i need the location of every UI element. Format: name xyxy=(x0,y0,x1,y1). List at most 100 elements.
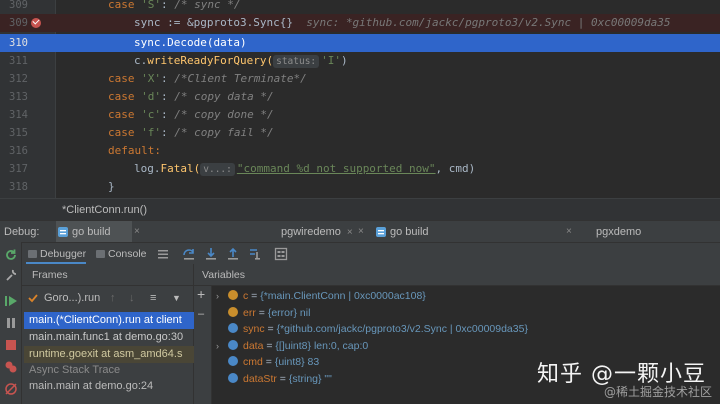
variable-row[interactable]: err = {error} nil xyxy=(216,305,310,321)
step-out-icon[interactable] xyxy=(226,247,240,261)
code-text: : xyxy=(161,72,175,85)
frame-item[interactable]: runtime.goexit at asm_amd64.s xyxy=(24,346,194,363)
code-keyword: case xyxy=(108,0,135,11)
code-line[interactable]: 314 case 'c': /* copy done */ xyxy=(0,106,720,124)
code-string: 'f' xyxy=(141,126,161,139)
variable-name: dataStr xyxy=(243,372,277,385)
chevron-down-icon[interactable]: ▼ xyxy=(172,286,181,310)
variable-row[interactable]: cmd = {uint8} 83 xyxy=(216,354,319,370)
code-line[interactable]: 318 } xyxy=(0,178,720,196)
code-line[interactable]: 312 case 'X': /*Client Terminate*/ xyxy=(0,70,720,88)
code-line-breakpoint[interactable]: 309 sync := &pgproto3.Sync{} sync: *gith… xyxy=(0,14,720,32)
frames-panel: Frames Goro...).run ↑ ↓ ≡ ▼ main.(*Clien… xyxy=(22,264,194,404)
code-line[interactable]: 316 default: xyxy=(0,142,720,160)
stop-icon[interactable] xyxy=(4,338,18,352)
step-into-icon[interactable] xyxy=(204,247,218,261)
thread-selector[interactable]: Goro...).run ↑ ↓ ≡ ▼ xyxy=(22,286,194,310)
mute-breakpoints-icon[interactable] xyxy=(4,382,18,396)
code-keyword: case xyxy=(108,126,135,139)
code-text: : xyxy=(161,90,175,103)
frame-item[interactable]: main.main.func1 at demo.go:30 xyxy=(24,329,194,346)
variable-equals: = xyxy=(263,339,276,352)
parameter-hint: v...: xyxy=(200,163,235,176)
code-line[interactable]: 311 c.writeReadyForQuery(status: 'I') xyxy=(0,52,720,70)
code-package: pgproto3 xyxy=(193,16,247,29)
frame-item[interactable]: main.main at demo.go:24 xyxy=(24,378,194,395)
expand-arrow-icon[interactable]: › xyxy=(216,288,228,304)
variable-name: sync xyxy=(243,323,265,335)
code-string: 'X' xyxy=(141,72,161,85)
variable-icon xyxy=(228,339,238,350)
go-run-icon xyxy=(58,227,68,237)
line-number: 313 xyxy=(9,91,28,103)
code-text: c. xyxy=(134,54,148,67)
evaluate-icon[interactable] xyxy=(274,247,288,261)
debug-tab-go-build-2[interactable]: go build xyxy=(374,221,429,243)
variable-value: {uint8} 83 xyxy=(274,356,320,368)
variable-value: {*github.com/jackc/pgproto3/v2.Sync | 0x… xyxy=(276,323,528,335)
step-over-icon[interactable] xyxy=(182,247,196,261)
close-icon[interactable]: × xyxy=(347,227,353,238)
variable-name: data xyxy=(243,339,264,352)
pause-icon[interactable] xyxy=(4,316,18,330)
variables-header: Variables xyxy=(194,264,720,286)
line-number: 312 xyxy=(9,73,28,85)
variable-row[interactable]: dataStr = {string} "" xyxy=(216,371,332,387)
close-icon[interactable]: × xyxy=(134,221,140,243)
code-comment: /*Client Terminate*/ xyxy=(174,72,307,85)
add-watch-icon[interactable]: + xyxy=(197,286,205,302)
minus-icon[interactable]: – xyxy=(198,308,204,320)
resume-icon[interactable] xyxy=(4,294,18,308)
breadcrumb[interactable]: *ClientConn.run() xyxy=(0,198,720,220)
wrench-icon[interactable] xyxy=(4,268,18,282)
tab-label: Debugger xyxy=(40,248,87,260)
code-text: , cmd) xyxy=(435,162,476,175)
code-line[interactable]: 315 case 'f': /* copy fail */ xyxy=(0,124,720,142)
code-comment: /* copy fail */ xyxy=(174,126,274,139)
rerun-icon[interactable] xyxy=(4,248,18,262)
tab-debugger[interactable]: Debugger xyxy=(26,243,87,265)
line-number: 316 xyxy=(9,145,28,157)
code-editor[interactable]: 309 case 'S': /* sync */ 309 sync := &pg… xyxy=(0,0,720,198)
code-line[interactable]: 309 case 'S': /* sync */ xyxy=(0,0,720,14)
variable-row[interactable]: sync = {*github.com/jackc/pgproto3/v2.Sy… xyxy=(216,321,528,337)
code-function: Fatal( xyxy=(160,162,201,175)
debug-tab-pgwiredemo[interactable]: pgwiredemo × xyxy=(265,221,353,243)
tab-label: Console xyxy=(108,248,147,260)
variable-row[interactable]: › data = {[]uint8} len:0, cap:0 xyxy=(216,338,368,354)
filter-icon[interactable]: ≡ xyxy=(150,286,156,310)
code-text: } xyxy=(108,180,115,193)
up-arrow-icon[interactable]: ↑ xyxy=(110,286,116,310)
variable-value: {[]uint8} len:0, cap:0 xyxy=(275,339,369,352)
run-to-cursor-icon[interactable] xyxy=(248,247,262,261)
tab-console[interactable]: Console xyxy=(94,243,147,265)
variable-name: cmd xyxy=(243,356,263,368)
frame-item[interactable]: main.(*ClientConn).run at client xyxy=(24,312,194,329)
code-keyword: default: xyxy=(108,144,161,157)
code-line[interactable]: 317 log.Fatal(v...: "command %d not suppo… xyxy=(0,160,720,178)
code-line-current[interactable]: 310 sync.Decode(data) xyxy=(0,34,720,52)
variable-row[interactable]: › c = {*main.ClientConn | 0xc0000ac108} xyxy=(216,288,426,304)
line-number: 315 xyxy=(9,127,28,139)
debug-tab-pgxdemo[interactable]: pgxdemo xyxy=(580,221,641,243)
code-comment: /* copy data */ xyxy=(174,90,274,103)
tab-label: go build xyxy=(390,226,429,238)
debug-tab-bar: Debug: go build pgwiredemo × go build pgx… xyxy=(0,220,720,243)
variable-icon xyxy=(228,306,238,317)
menu-icon[interactable] xyxy=(156,247,170,261)
expand-arrow-icon[interactable]: › xyxy=(216,338,228,354)
close-icon[interactable]: × xyxy=(358,221,364,243)
code-keyword: case xyxy=(108,108,135,121)
tab-label: go build xyxy=(72,226,111,238)
view-breakpoints-icon[interactable] xyxy=(4,360,18,374)
line-number: 309 xyxy=(9,17,28,29)
close-icon[interactable]: × xyxy=(566,221,572,243)
down-arrow-icon[interactable]: ↓ xyxy=(129,286,135,310)
line-number: 318 xyxy=(9,181,28,193)
console-icon xyxy=(96,250,105,258)
code-line[interactable]: 313 case 'd': /* copy data */ xyxy=(0,88,720,106)
go-run-icon xyxy=(376,227,386,237)
variable-equals: = xyxy=(264,323,277,335)
debug-tab-go-build-1[interactable]: go build xyxy=(56,221,132,243)
variable-value: {*main.ClientConn | 0xc0000ac108} xyxy=(260,290,426,302)
